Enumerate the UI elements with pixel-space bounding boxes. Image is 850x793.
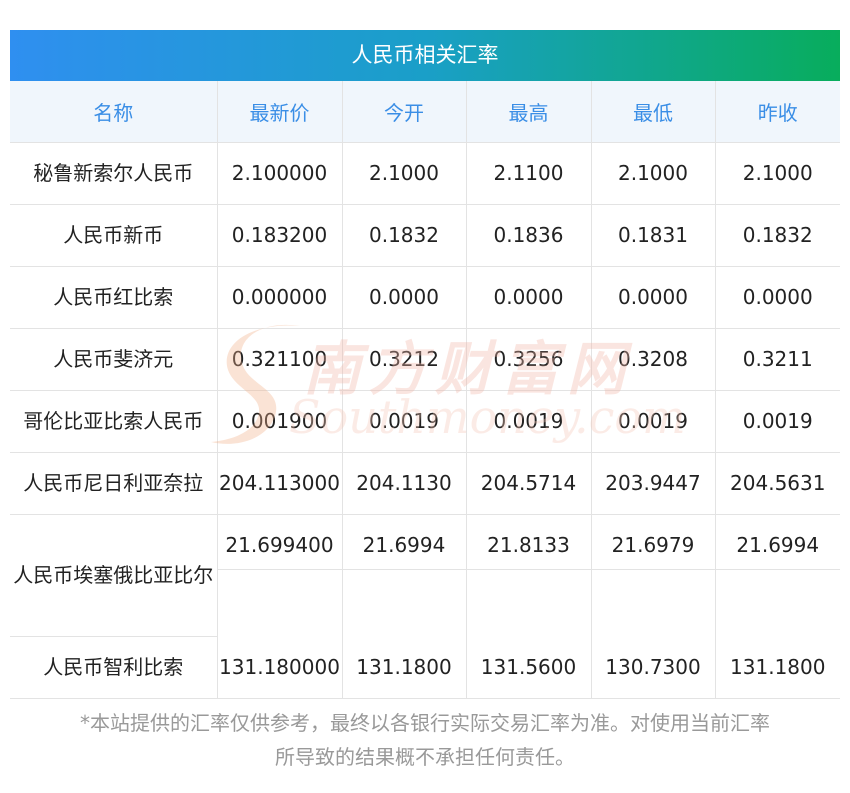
column-header-latest: 最新价 <box>217 81 343 143</box>
low-price: 130.7300 <box>591 636 716 699</box>
high-price: 21.8133 <box>466 514 592 637</box>
latest-price: 21.699400 <box>217 514 343 637</box>
low-price: 0.3208 <box>591 328 716 391</box>
prev-close-price: 131.1800 <box>715 636 840 699</box>
exchange-rate-table: 名称 最新价 今开 最高 最低 昨收 秘鲁新索尔人民币 2.100000 2.1… <box>10 81 840 699</box>
table-row: 人民币新币 0.183200 0.1832 0.1836 0.1831 0.18… <box>10 204 840 267</box>
currency-pair-name[interactable]: 人民币红比索 <box>10 266 218 329</box>
high-price: 0.0019 <box>466 390 592 453</box>
latest-price: 0.000000 <box>217 266 343 329</box>
high-price: 0.1836 <box>466 204 592 267</box>
column-header-high: 最高 <box>466 81 592 143</box>
latest-price: 0.183200 <box>217 204 343 267</box>
latest-price: 0.321100 <box>217 328 343 391</box>
prev-close-price: 0.0000 <box>715 266 840 329</box>
column-header-name: 名称 <box>10 81 218 143</box>
table-row: 人民币埃塞俄比亚比尔 21.699400 21.6994 21.8133 21.… <box>10 514 840 637</box>
low-price: 2.1000 <box>591 142 716 205</box>
disclaimer-line-2: 所导致的结果概不承担任何责任。 <box>275 745 575 769</box>
disclaimer-line-1: *本站提供的汇率仅供参考，最终以各银行实际交易汇率为准。对使用当前汇率 <box>80 711 770 735</box>
table-row: 人民币斐济元 0.321100 0.3212 0.3256 0.3208 0.3… <box>10 328 840 391</box>
open-price: 131.1800 <box>342 636 467 699</box>
table-header-row: 名称 最新价 今开 最高 最低 昨收 <box>10 81 840 143</box>
disclaimer-text: *本站提供的汇率仅供参考，最终以各银行实际交易汇率为准。对使用当前汇率 所导致的… <box>0 706 850 774</box>
column-header-prev-close: 昨收 <box>715 81 840 143</box>
prev-close-price: 0.3211 <box>715 328 840 391</box>
low-price: 21.6979 <box>591 514 716 637</box>
low-price: 203.9447 <box>591 452 716 515</box>
high-price: 2.1100 <box>466 142 592 205</box>
currency-pair-name[interactable]: 人民币尼日利亚奈拉 <box>10 452 218 515</box>
currency-pair-name[interactable]: 秘鲁新索尔人民币 <box>10 142 218 205</box>
latest-price: 2.100000 <box>217 142 343 205</box>
prev-close-price: 204.5631 <box>715 452 840 515</box>
high-price: 0.0000 <box>466 266 592 329</box>
high-price: 0.3256 <box>466 328 592 391</box>
open-price: 21.6994 <box>342 514 467 637</box>
table-row: 人民币智利比索 131.180000 131.1800 131.5600 130… <box>10 636 840 699</box>
high-price: 204.5714 <box>466 452 592 515</box>
currency-pair-name[interactable]: 人民币新币 <box>10 204 218 267</box>
low-price: 0.1831 <box>591 204 716 267</box>
latest-price: 0.001900 <box>217 390 343 453</box>
open-price: 0.1832 <box>342 204 467 267</box>
open-price: 204.1130 <box>342 452 467 515</box>
low-price: 0.0000 <box>591 266 716 329</box>
high-price: 131.5600 <box>466 636 592 699</box>
low-price: 0.0019 <box>591 390 716 453</box>
prev-close-price: 0.0019 <box>715 390 840 453</box>
currency-pair-name[interactable]: 哥伦比亚比索人民币 <box>10 390 218 453</box>
exchange-rate-widget: 人民币相关汇率 名称 最新价 今开 最高 最低 昨收 秘鲁新索尔人民币 2.10… <box>0 0 850 793</box>
table-row: 人民币红比索 0.000000 0.0000 0.0000 0.0000 0.0… <box>10 266 840 329</box>
currency-pair-name[interactable]: 人民币埃塞俄比亚比尔 <box>10 514 218 637</box>
open-price: 0.0000 <box>342 266 467 329</box>
open-price: 0.0019 <box>342 390 467 453</box>
row-divider <box>217 569 840 570</box>
currency-pair-name[interactable]: 人民币斐济元 <box>10 328 218 391</box>
prev-close-price: 0.1832 <box>715 204 840 267</box>
open-price: 2.1000 <box>342 142 467 205</box>
prev-close-price: 2.1000 <box>715 142 840 205</box>
table-title: 人民币相关汇率 <box>10 30 840 81</box>
column-header-open: 今开 <box>342 81 467 143</box>
table-row: 人民币尼日利亚奈拉 204.113000 204.1130 204.5714 2… <box>10 452 840 515</box>
table-row: 秘鲁新索尔人民币 2.100000 2.1000 2.1100 2.1000 2… <box>10 142 840 205</box>
currency-pair-name[interactable]: 人民币智利比索 <box>10 636 218 699</box>
latest-price: 204.113000 <box>217 452 343 515</box>
table-row: 哥伦比亚比索人民币 0.001900 0.0019 0.0019 0.0019 … <box>10 390 840 453</box>
prev-close-price: 21.6994 <box>736 533 820 557</box>
open-price: 0.3212 <box>342 328 467 391</box>
latest-price: 131.180000 <box>217 636 343 699</box>
column-header-low: 最低 <box>591 81 716 143</box>
